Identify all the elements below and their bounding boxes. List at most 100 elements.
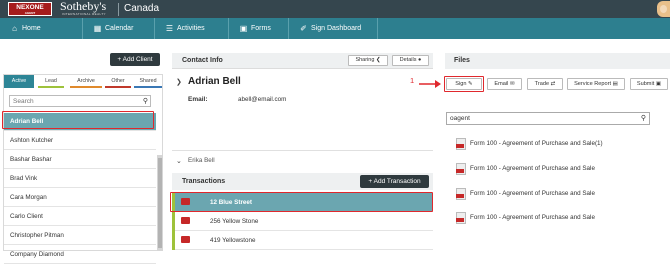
pdf-file-icon [456, 212, 466, 224]
client-row-bashar-bashar[interactable]: Bashar Bashar [4, 151, 156, 169]
client-search-input[interactable] [10, 96, 138, 106]
add-client-button[interactable]: + Add Client [110, 53, 160, 66]
filter-underline-other [105, 86, 131, 88]
transaction-status-marker [172, 193, 175, 212]
house-icon [181, 198, 190, 205]
user-avatar[interactable] [657, 1, 670, 17]
filter-underline-archive [70, 86, 102, 88]
brand-divider [118, 3, 119, 16]
tab-home-label: Home [22, 25, 41, 32]
share-icon: ❮ [375, 57, 381, 63]
main-nav: ⌂ Home ▦ Calendar ☰ Activities ▣ Forms ✐… [0, 18, 670, 39]
tab-home[interactable]: ⌂ Home [0, 18, 82, 39]
submit-button[interactable]: Submit ▣ [630, 78, 668, 90]
logo-text: NEXONE [16, 4, 44, 11]
transaction-row-12-blue-street[interactable]: 12 Blue Street [172, 193, 433, 212]
secondary-contact[interactable]: Erika Bell [188, 157, 215, 164]
file-name: Form 100 - Agreement of Purchase and Sal… [470, 214, 595, 221]
add-transaction-button[interactable]: + Add Transaction [360, 175, 429, 188]
collapse-chevron-icon[interactable]: ❯ [176, 78, 182, 86]
client-list-panel: Active Lead Archive Other Shared ⚲ Adria… [3, 74, 163, 264]
house-icon [181, 217, 190, 224]
transaction-status-marker [172, 212, 175, 231]
details-label: Details [399, 57, 417, 63]
submit-icon: ▣ [655, 81, 662, 87]
submit-label: Submit [636, 81, 655, 87]
trade-label: Trade [534, 81, 550, 87]
pdf-file-icon [456, 188, 466, 200]
tab-sign-dashboard[interactable]: ✐ Sign Dashboard [288, 18, 378, 39]
sharing-label: Sharing [355, 57, 375, 63]
tab-activities[interactable]: ☰ Activities [154, 18, 228, 39]
nexone-logo: NEXONE AGENT [8, 2, 52, 16]
transaction-row-256-yellow-stone[interactable]: 256 Yellow Stone [172, 212, 433, 231]
home-icon: ⌂ [12, 24, 17, 33]
client-row-company-diamond[interactable]: Company Diamond [4, 246, 156, 264]
pdf-file-icon [456, 163, 466, 175]
sharing-button[interactable]: Sharing ❮ [348, 55, 388, 66]
files-search-box: ⚲ [446, 112, 650, 125]
file-row[interactable]: Form 100 - Agreement of Purchase and Sal… [456, 138, 603, 152]
client-list-scrollbar[interactable] [157, 155, 163, 251]
activities-icon: ☰ [165, 24, 174, 33]
trade-button[interactable]: Trade ⇄ [527, 78, 563, 90]
region-label: Canada [124, 3, 160, 14]
trade-icon: ⇄ [550, 81, 556, 87]
search-icon[interactable]: ⚲ [143, 97, 148, 105]
files-header: Files [445, 53, 670, 69]
sign-button[interactable]: Sign ✎ [446, 78, 482, 90]
search-icon[interactable]: ⚲ [641, 114, 646, 122]
files-title: Files [454, 57, 470, 64]
pen-icon: ✎ [468, 81, 473, 87]
service-report-button[interactable]: Service Report ▤ [567, 78, 625, 90]
contact-info-title: Contact Info [182, 57, 223, 64]
contact-name: Adrian Bell [188, 76, 241, 87]
transaction-label: 12 Blue Street [210, 199, 252, 206]
transaction-row-419-yellowstone[interactable]: 419 Yellowstone [172, 231, 433, 250]
tab-sign-dashboard-label: Sign Dashboard [311, 25, 362, 32]
client-row-adrian-bell[interactable]: Adrian Bell [4, 113, 156, 131]
file-row[interactable]: Form 100 - Agreement of Purchase and Sal… [456, 188, 595, 202]
house-icon [181, 236, 190, 243]
client-search-box: ⚲ [9, 95, 151, 107]
client-row-carlo-client[interactable]: Carlo Client [4, 208, 156, 226]
forms-icon: ▣ [239, 24, 248, 33]
logo-sub: AGENT [24, 11, 36, 15]
annotation-arrow-icon [419, 80, 441, 88]
contact-divider [172, 150, 433, 151]
filter-underline-lead [38, 86, 64, 88]
tab-forms-label: Forms [251, 25, 271, 32]
transactions-title: Transactions [182, 178, 226, 185]
envelope-icon: ✉ [509, 81, 515, 87]
filter-tab-active[interactable]: Active [4, 75, 34, 88]
file-row[interactable]: Form 100 - Agreement of Purchase and Sal… [456, 212, 595, 226]
client-row-brad-vink[interactable]: Brad Vink [4, 170, 156, 188]
client-row-cara-morgan[interactable]: Cara Morgan [4, 189, 156, 207]
transaction-label: 419 Yellowstone [210, 237, 256, 244]
sign-label: Sign [455, 81, 467, 87]
details-button[interactable]: Details ● [392, 55, 429, 66]
service-report-label: Service Report [574, 81, 612, 87]
person-icon: ● [418, 57, 422, 63]
email-label-btn: Email [494, 81, 509, 87]
tab-activities-label: Activities [177, 25, 205, 32]
pdf-file-icon [456, 138, 466, 150]
file-name: Form 100 - Agreement of Purchase and Sal… [470, 190, 595, 197]
email-button[interactable]: Email ✉ [487, 78, 522, 90]
transaction-status-marker [172, 231, 175, 250]
client-row-christopher-pitman[interactable]: Christopher Pitman [4, 227, 156, 245]
tab-forms[interactable]: ▣ Forms [228, 18, 288, 39]
expand-chevron-icon[interactable]: ⌄ [176, 157, 182, 165]
sign-dashboard-icon: ✐ [300, 24, 307, 33]
scroll-thumb[interactable] [158, 158, 162, 248]
step-number: 1 [410, 76, 415, 85]
email-label: Email: [188, 96, 208, 103]
tab-calendar-label: Calendar [105, 25, 134, 32]
top-bar: NEXONE AGENT Sotheby's INTERNATIONAL REA… [0, 0, 670, 18]
report-icon: ▤ [612, 81, 618, 87]
email-value[interactable]: abell@email.com [238, 96, 286, 103]
file-row[interactable]: Form 100 - Agreement of Purchase and Sal… [456, 163, 595, 177]
client-row-ashton-kutcher[interactable]: Ashton Kutcher [4, 132, 156, 150]
tab-calendar[interactable]: ▦ Calendar [82, 18, 154, 39]
files-search-input[interactable] [447, 113, 633, 124]
